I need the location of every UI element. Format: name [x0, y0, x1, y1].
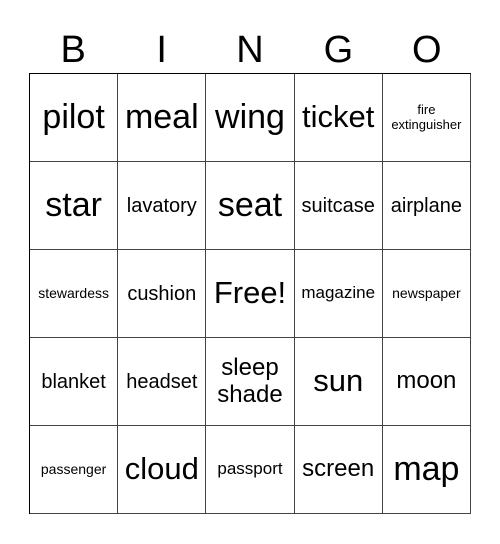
bingo-cell[interactable]: stewardess: [30, 250, 119, 338]
bingo-cell[interactable]: seat: [206, 162, 295, 250]
bingo-cell[interactable]: pilot: [30, 74, 119, 162]
header-letter-i: I: [156, 29, 167, 71]
bingo-cell[interactable]: meal: [118, 74, 207, 162]
header-letter-g: G: [323, 29, 354, 71]
bingo-cell[interactable]: cushion: [118, 250, 207, 338]
bingo-cell[interactable]: star: [30, 162, 119, 250]
bingo-header: B I N G O: [29, 28, 471, 72]
bingo-cell[interactable]: screen: [294, 426, 383, 514]
bingo-cell[interactable]: passenger: [30, 426, 119, 514]
header-letter-o: O: [412, 29, 442, 71]
bingo-cell[interactable]: airplane: [382, 162, 471, 250]
bingo-cell-free[interactable]: Free!: [206, 250, 295, 338]
header-letter-n: N: [236, 29, 264, 71]
bingo-cell[interactable]: passport: [206, 426, 295, 514]
bingo-cell[interactable]: fire extinguisher: [382, 74, 471, 162]
bingo-cell[interactable]: wing: [206, 74, 295, 162]
bingo-cell[interactable]: lavatory: [118, 162, 207, 250]
bingo-cell[interactable]: moon: [382, 338, 471, 426]
bingo-cell[interactable]: magazine: [294, 250, 383, 338]
bingo-cell[interactable]: blanket: [30, 338, 119, 426]
header-letter-b: B: [60, 29, 86, 71]
bingo-cell[interactable]: map: [382, 426, 471, 514]
bingo-cell[interactable]: headset: [118, 338, 207, 426]
bingo-cell[interactable]: sleep shade: [206, 338, 295, 426]
bingo-cell[interactable]: suitcase: [294, 162, 383, 250]
bingo-cell[interactable]: ticket: [294, 74, 383, 162]
bingo-cell[interactable]: newspaper: [382, 250, 471, 338]
bingo-grid: pilot meal wing ticket fire extinguisher…: [29, 73, 471, 514]
bingo-cell[interactable]: cloud: [118, 426, 207, 514]
bingo-cell[interactable]: sun: [294, 338, 383, 426]
